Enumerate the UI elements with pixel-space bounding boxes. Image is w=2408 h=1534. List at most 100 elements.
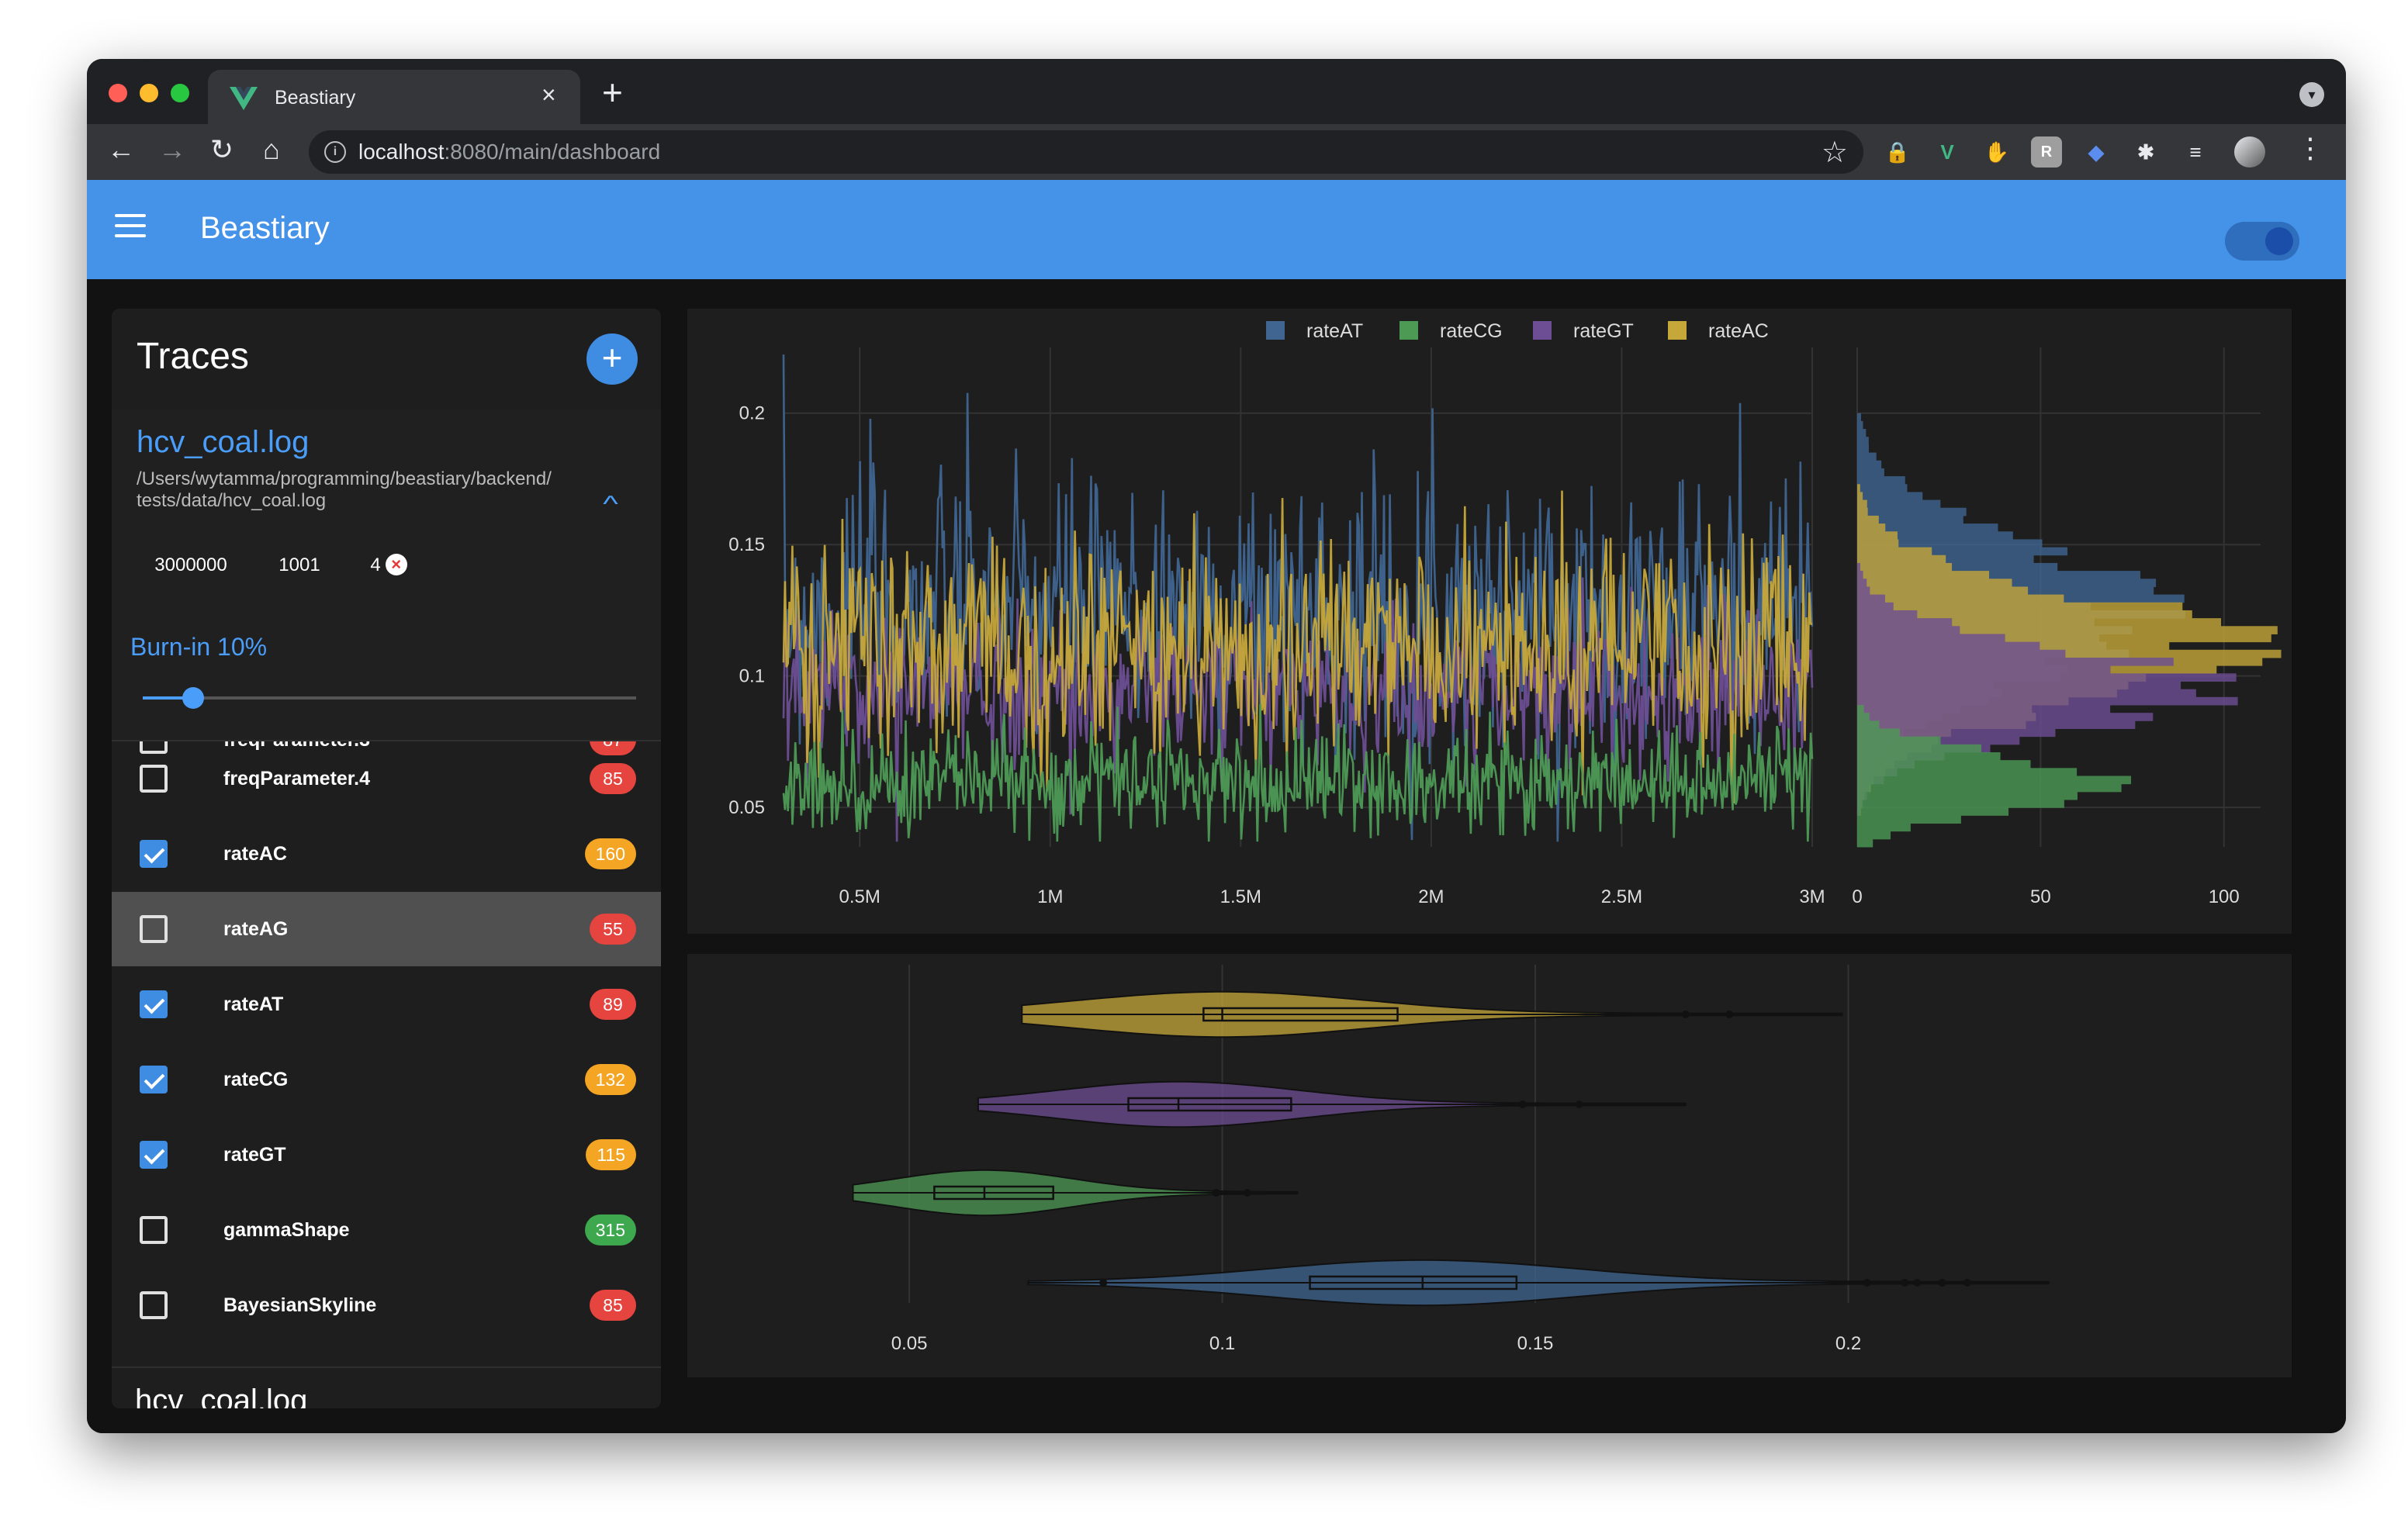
x-tick-label: 50 <box>2030 886 2051 907</box>
close-circle-icon[interactable]: × <box>385 553 407 575</box>
histogram-bar <box>1857 760 2031 769</box>
x-tick-label: 0.2 <box>1835 1333 1861 1354</box>
slider-knob[interactable] <box>182 687 204 709</box>
url-host: localhost <box>358 140 445 164</box>
histogram-bar <box>1857 562 1953 572</box>
outlier-point <box>1575 1100 1583 1108</box>
trace-list: freqParameter.3 87 freqParameter.4 85 rateAC… <box>112 740 661 1366</box>
file-path: /Users/wytamma/programming/beastiary/bac… <box>137 468 552 511</box>
checkbox-checked[interactable] <box>140 1066 168 1093</box>
close-window-button[interactable] <box>109 84 127 102</box>
puzzle-extensions-icon[interactable]: ✱ <box>2130 136 2161 168</box>
histogram-bar <box>1857 618 1953 627</box>
tab-strip: Beastiary × + ▾ <box>87 59 2346 124</box>
app-title: Beastiary <box>200 211 330 245</box>
back-icon[interactable]: ← <box>104 133 138 166</box>
histogram-bar <box>1857 783 2122 793</box>
legend-label: rateCG <box>1440 320 1503 342</box>
checkbox-checked[interactable] <box>140 990 168 1018</box>
histogram-bar <box>1857 823 1911 832</box>
url-text[interactable]: localhost:8080/main/dashboard <box>358 140 660 164</box>
x-tick-label: 2.5M <box>1601 886 1642 907</box>
grey-extension-icon[interactable]: R <box>2031 136 2062 168</box>
shield-extension-icon[interactable]: ◆ <box>2081 136 2112 168</box>
histogram-bar <box>1857 531 1898 540</box>
tab-search-dropdown-icon[interactable]: ▾ <box>2299 82 2324 107</box>
x-tick-label: 0.15 <box>1517 1333 1554 1354</box>
histogram-bar <box>1857 571 1863 579</box>
outlier-point <box>1901 1279 1909 1287</box>
burnin-label: Burn-in 10% <box>130 633 268 661</box>
reload-icon[interactable]: ↻ <box>205 133 239 166</box>
browser-menu-icon[interactable]: ⋮ <box>2296 132 2324 164</box>
x-tick-label: 1.5M <box>1220 886 1261 907</box>
checkbox-checked[interactable] <box>140 1141 168 1169</box>
profile-avatar[interactable] <box>2234 136 2265 168</box>
list-item-label: gammaShape <box>223 1219 350 1241</box>
y-tick-label: 0.05 <box>728 797 765 818</box>
close-tab-icon[interactable]: × <box>541 81 556 109</box>
list-item[interactable]: rateGT 115 <box>112 1118 661 1192</box>
histogram-bar <box>1857 562 1860 572</box>
forward-icon[interactable]: → <box>155 133 189 166</box>
checkbox[interactable] <box>140 765 168 793</box>
file-name[interactable]: hcv_coal.log <box>137 425 309 460</box>
histogram-bar <box>1857 720 2136 729</box>
dark-mode-toggle[interactable] <box>2225 222 2299 261</box>
x-tick-label: 0 <box>1852 886 1862 907</box>
x-tick-label: 0.05 <box>891 1333 928 1354</box>
histogram-bar <box>1857 571 1990 579</box>
home-icon[interactable]: ⌂ <box>254 133 289 166</box>
checkbox[interactable] <box>140 1291 168 1319</box>
hamburger-menu-icon[interactable] <box>115 214 146 240</box>
site-info-icon[interactable]: i <box>324 141 346 163</box>
remove-chip[interactable]: 4 × <box>354 548 424 583</box>
outlier-point <box>1243 1189 1251 1197</box>
next-file: hcv_coal.log <box>112 1366 661 1408</box>
adblock-icon[interactable]: ✋ <box>1981 136 2012 168</box>
burnin-slider[interactable] <box>143 687 636 709</box>
list-item[interactable]: BayesianSkyline 85 <box>112 1268 661 1342</box>
histogram-bar <box>1857 704 2111 713</box>
list-item[interactable]: freqParameter.4 85 <box>112 741 661 816</box>
list-item[interactable]: rateAG 55 <box>112 892 661 966</box>
histogram-bar <box>1857 720 1880 729</box>
histogram-bar <box>1857 555 1946 564</box>
ess-badge: 55 <box>590 914 636 945</box>
zoom-window-button[interactable] <box>171 84 189 102</box>
browser-toolbar: ← → ↻ ⌂ i localhost:8080/main/dashboard … <box>87 124 2346 180</box>
browser-tab[interactable]: Beastiary × <box>208 70 580 124</box>
bookmark-star-icon[interactable]: ☆ <box>1822 135 1848 170</box>
histogram-bar <box>1857 413 1861 422</box>
histogram-bar <box>1857 641 2040 651</box>
checkbox[interactable] <box>140 915 168 943</box>
count-chip: 1001 <box>279 555 320 575</box>
next-file-name[interactable]: hcv_coal.log <box>135 1384 307 1408</box>
x-tick-label: 3M <box>1799 886 1825 907</box>
ess-badge: 132 <box>584 1064 636 1095</box>
list-item[interactable]: rateCG 132 <box>112 1042 661 1117</box>
list-item[interactable]: gammaShape 315 <box>112 1193 661 1267</box>
violin-chart: 0.05 0.1 0.15 0.2 <box>687 954 2292 1377</box>
y-tick-label: 0.15 <box>728 534 765 555</box>
outlier-point <box>1938 1279 1946 1287</box>
chevron-up-icon[interactable]: ^ <box>603 492 618 518</box>
new-tab-button[interactable]: + <box>602 71 623 113</box>
outlier-point <box>1212 1189 1220 1197</box>
histogram-bar <box>1857 492 1923 501</box>
checkbox[interactable] <box>140 1216 168 1244</box>
violin-rateAT <box>1027 1259 2050 1307</box>
checkbox-checked[interactable] <box>140 840 168 868</box>
outlier-point <box>1518 1100 1527 1108</box>
list-item[interactable]: rateAT 89 <box>112 967 661 1042</box>
list-item[interactable]: rateAC 160 <box>112 817 661 891</box>
address-bar[interactable]: i localhost:8080/main/dashboard ☆ <box>309 130 1863 174</box>
add-trace-button[interactable]: + <box>586 333 638 385</box>
minimize-window-button[interactable] <box>140 84 158 102</box>
vue-devtools-icon[interactable]: V <box>1932 136 1963 168</box>
lock-extension-icon[interactable]: 🔒 <box>1882 136 1913 168</box>
histogram-bar <box>1857 420 1863 430</box>
histogram-bar <box>1857 649 2066 658</box>
reading-list-icon[interactable]: ≡ <box>2180 136 2211 168</box>
x-tick-label: 2M <box>1418 886 1444 907</box>
